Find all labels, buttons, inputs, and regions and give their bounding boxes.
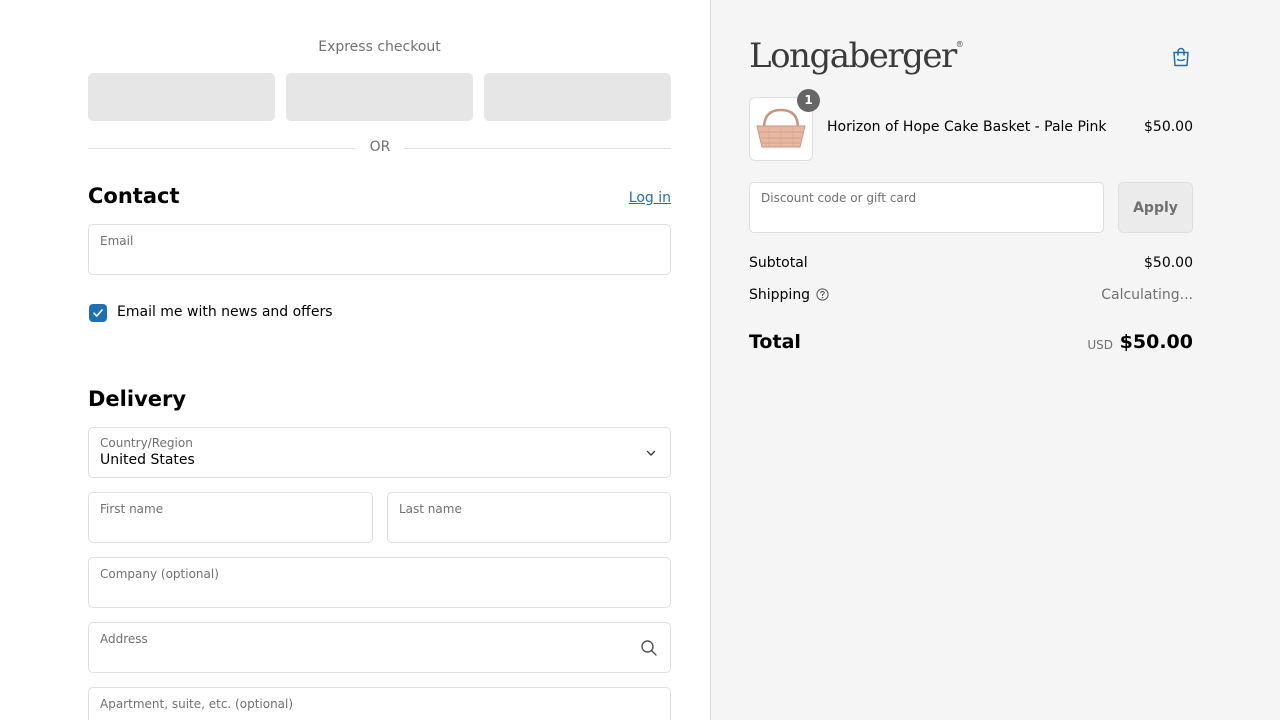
express-button-1[interactable] <box>88 73 275 121</box>
email-field[interactable]: Email <box>88 224 671 275</box>
country-select[interactable]: Country/Region United States <box>88 427 671 478</box>
contact-heading: Contact <box>88 184 180 208</box>
discount-code-input[interactable]: Discount code or gift card <box>749 182 1104 233</box>
address-label: Address <box>100 632 148 646</box>
first-name-field[interactable]: First name <box>88 492 373 543</box>
apartment-label: Apartment, suite, etc. (optional) <box>100 697 294 711</box>
subtotal-label: Subtotal <box>749 255 808 271</box>
apartment-field[interactable]: Apartment, suite, etc. (optional) <box>88 687 671 720</box>
brand-mark: ® <box>955 40 964 49</box>
news-checkbox-label: Email me with news and offers <box>117 304 333 320</box>
apply-button[interactable]: Apply <box>1118 182 1193 233</box>
product-name: Horizon of Hope Cake Basket - Pale Pink <box>827 119 1107 135</box>
order-summary: Longaberger® 1 Horizon of Hope Cake Bask… <box>710 0 1280 720</box>
discount-label: Discount code or gift card <box>761 191 917 205</box>
total-value: $50.00 <box>1119 331 1193 353</box>
total-currency: USD <box>1087 338 1113 352</box>
help-icon[interactable] <box>816 288 829 301</box>
shipping-row: Shipping <box>749 287 829 303</box>
total-label: Total <box>749 331 801 353</box>
shipping-value: Calculating... <box>1101 287 1193 303</box>
shipping-label: Shipping <box>749 287 811 303</box>
divider-left <box>88 148 355 149</box>
country-value: United States <box>100 452 195 468</box>
divider-right <box>404 148 671 149</box>
country-label: Country/Region <box>100 436 193 450</box>
express-checkout-title: Express checkout <box>318 39 441 55</box>
checkmark-icon <box>93 309 103 317</box>
address-field[interactable]: Address <box>88 622 671 673</box>
brand-name: Longaberger <box>749 36 957 76</box>
login-link[interactable]: Log in <box>600 190 671 206</box>
company-label: Company (optional) <box>100 567 219 581</box>
shopping-bag-icon[interactable] <box>1170 46 1192 68</box>
checkout-main: Express checkout OR Contact Log in Email… <box>0 0 710 720</box>
or-divider-text: OR <box>369 139 391 155</box>
brand-logo[interactable]: Longaberger® <box>749 36 964 76</box>
last-name-field[interactable]: Last name <box>387 492 671 543</box>
subtotal-value: $50.00 <box>1144 255 1193 271</box>
express-button-2[interactable] <box>286 73 473 121</box>
search-icon[interactable] <box>640 639 658 657</box>
news-checkbox[interactable] <box>89 304 107 322</box>
delivery-heading: Delivery <box>88 387 187 411</box>
last-name-label: Last name <box>399 502 462 516</box>
quantity-badge: 1 <box>797 89 820 112</box>
chevron-down-icon <box>646 450 656 456</box>
company-field[interactable]: Company (optional) <box>88 557 671 608</box>
express-button-3[interactable] <box>484 73 671 121</box>
email-label: Email <box>100 234 134 248</box>
product-price: $50.00 <box>1144 119 1193 135</box>
first-name-label: First name <box>100 502 164 516</box>
